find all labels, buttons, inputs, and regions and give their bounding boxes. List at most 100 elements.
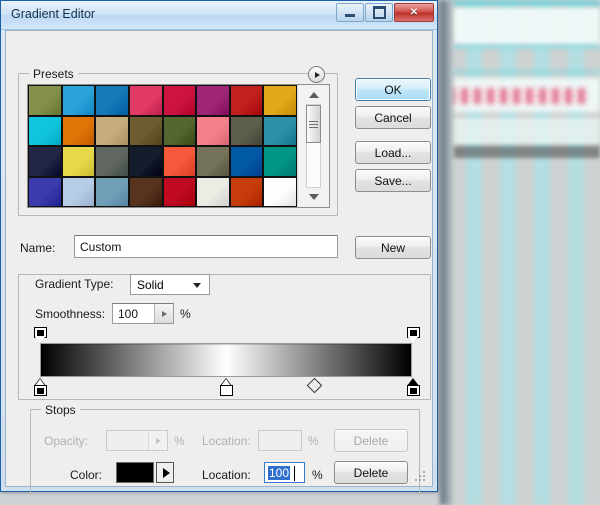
background-white-band	[448, 118, 600, 144]
name-input[interactable]: Custom	[74, 235, 338, 258]
preset-swatch[interactable]	[263, 176, 298, 207]
marker-fill	[37, 387, 44, 394]
preset-swatch[interactable]	[229, 176, 264, 207]
preset-swatch[interactable]	[95, 115, 129, 146]
scroll-up-arrow-icon[interactable]	[305, 87, 322, 103]
preset-swatch[interactable]	[263, 85, 298, 116]
preset-swatch[interactable]	[128, 176, 163, 207]
title-bar[interactable]: Gradient Editor ✕	[1, 1, 437, 30]
smoothness-label: Smoothness:	[35, 307, 106, 321]
color-stop-marker-icon	[407, 378, 420, 396]
color-stop-left[interactable]	[34, 378, 47, 396]
opacity-stop-left[interactable]	[34, 327, 47, 345]
opacity-stop-marker-icon	[407, 327, 420, 345]
opacity-unit: %	[174, 434, 185, 448]
preset-swatch[interactable]	[229, 146, 264, 177]
preset-swatch[interactable]	[61, 176, 96, 207]
preset-swatch[interactable]	[229, 115, 264, 146]
marker-fill	[410, 387, 417, 394]
preset-menu-icon[interactable]	[308, 66, 325, 83]
color-location-unit: %	[312, 468, 323, 482]
preset-swatch[interactable]	[61, 115, 96, 146]
preset-swatch[interactable]	[162, 146, 197, 177]
marker-fill	[223, 387, 230, 394]
color-swatch[interactable]	[116, 462, 154, 483]
new-button[interactable]: New	[355, 236, 431, 259]
delete-color-stop-button[interactable]: Delete	[334, 461, 408, 484]
smoothness-spinner-button[interactable]	[154, 304, 173, 323]
gradient-type-select[interactable]: Solid	[130, 274, 210, 295]
opacity-location-label: Location:	[202, 434, 251, 448]
load-button[interactable]: Load...	[355, 141, 431, 164]
marker-tip	[35, 337, 45, 344]
color-stop-right[interactable]	[407, 378, 420, 396]
ok-button[interactable]: OK	[355, 78, 431, 101]
maximize-button[interactable]	[365, 3, 393, 22]
preset-swatch[interactable]	[95, 146, 129, 177]
preset-swatch[interactable]	[95, 176, 129, 207]
minimize-button[interactable]	[336, 3, 364, 22]
preset-swatch[interactable]	[28, 85, 62, 116]
marker-box	[407, 385, 420, 396]
preset-swatch[interactable]	[28, 146, 62, 177]
color-label: Color:	[70, 468, 103, 482]
spinner-arrow-icon	[161, 310, 167, 317]
marker-box	[220, 385, 233, 396]
close-button[interactable]: ✕	[394, 3, 434, 22]
name-label: Name:	[20, 241, 56, 255]
dialog-body: Presets OK Cancel Load... Save... New Na…	[5, 30, 433, 493]
preset-swatch[interactable]	[28, 176, 62, 207]
spinner-arrow-icon	[155, 437, 161, 444]
presets-panel	[27, 84, 330, 208]
presets-scrollbar[interactable]	[297, 85, 329, 207]
preset-swatch-grid[interactable]	[28, 85, 298, 207]
cancel-button[interactable]: Cancel	[355, 106, 431, 129]
preset-swatch[interactable]	[196, 115, 230, 146]
resize-grip-icon[interactable]	[415, 470, 427, 482]
preset-swatch[interactable]	[162, 115, 197, 146]
background-accent-line	[448, 0, 600, 7]
preset-swatch[interactable]	[28, 115, 62, 146]
preset-swatch[interactable]	[196, 176, 230, 207]
background-white-band	[448, 8, 600, 46]
color-stop-middle[interactable]	[220, 378, 233, 396]
preset-swatch[interactable]	[162, 176, 197, 207]
preset-swatch[interactable]	[61, 85, 96, 116]
background-accent-line	[448, 44, 600, 49]
preset-swatch[interactable]	[229, 85, 264, 116]
preset-swatch[interactable]	[95, 85, 129, 116]
preset-swatch[interactable]	[61, 146, 96, 177]
window-title: Gradient Editor	[11, 7, 96, 21]
down-triangle-icon	[308, 194, 319, 200]
opacity-label: Opacity:	[44, 434, 89, 448]
text-caret	[294, 466, 295, 481]
preset-swatch[interactable]	[128, 115, 163, 146]
dialog-shadow	[440, 0, 454, 505]
preset-swatch[interactable]	[263, 146, 298, 177]
minimize-icon	[345, 14, 355, 17]
opacity-stop-right[interactable]	[407, 327, 420, 345]
color-location-input[interactable]: 100	[264, 462, 305, 483]
opacity-location-input	[258, 430, 302, 451]
marker-fill	[410, 329, 417, 336]
preset-swatch[interactable]	[196, 85, 230, 116]
color-dropdown-arrow-icon[interactable]	[156, 462, 174, 483]
background-blurred-text	[448, 88, 588, 104]
preset-swatch[interactable]	[263, 115, 298, 146]
preset-swatch[interactable]	[162, 85, 197, 116]
stops-group-label: Stops	[41, 403, 80, 417]
color-stop-marker-icon	[34, 378, 47, 396]
up-triangle-icon	[308, 92, 319, 98]
scrollbar-thumb[interactable]	[306, 105, 322, 143]
preset-swatch[interactable]	[128, 85, 163, 116]
chevron-down-icon	[193, 283, 201, 288]
preset-swatch[interactable]	[196, 146, 230, 177]
opacity-stop-marker-icon	[34, 327, 47, 345]
save-button[interactable]: Save...	[355, 169, 431, 192]
preset-swatch[interactable]	[128, 146, 163, 177]
background-accent-line	[448, 70, 600, 74]
color-stop-marker-icon	[220, 378, 233, 396]
scroll-down-arrow-icon[interactable]	[305, 189, 322, 205]
gradient-preview-bar[interactable]	[34, 327, 420, 396]
triangle-icon	[315, 71, 320, 78]
